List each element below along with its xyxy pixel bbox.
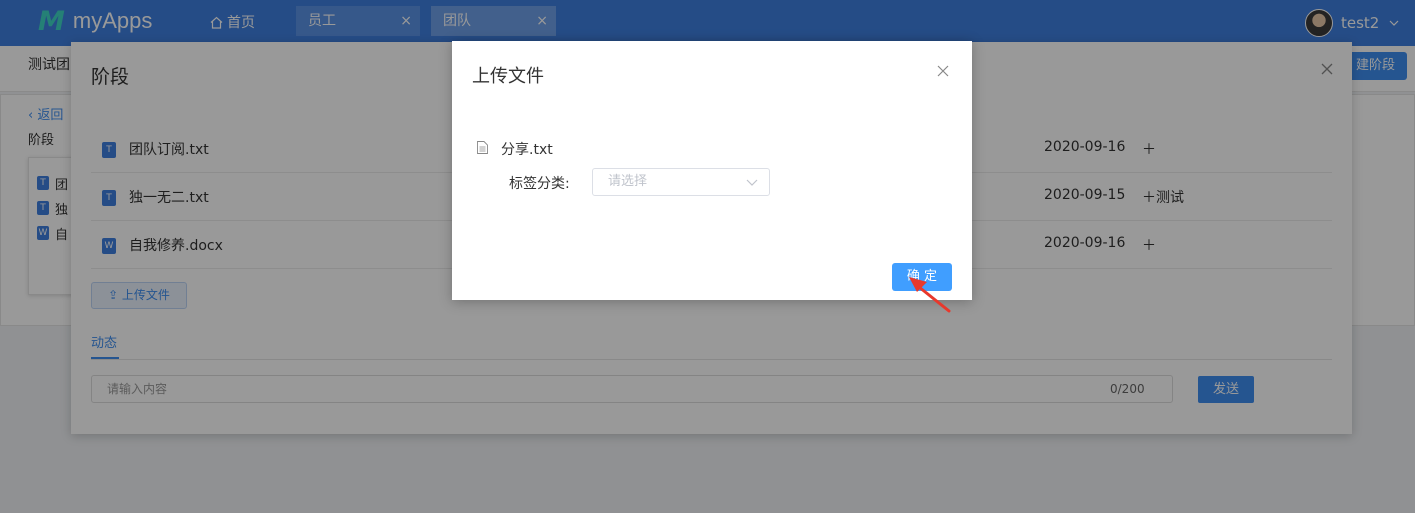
close-icon[interactable] — [937, 65, 949, 77]
red-arrow-annotation-icon — [909, 277, 951, 313]
tag-category-select[interactable]: 请选择 — [592, 168, 770, 196]
document-icon — [477, 141, 488, 154]
chevron-down-icon — [746, 179, 758, 186]
dialog-title: 上传文件 — [472, 66, 544, 87]
select-placeholder: 请选择 — [608, 174, 648, 189]
upload-file-dialog: 上传文件 分享.txt 标签分类: 请选择 确 定 — [452, 41, 972, 300]
upload-file-name: 分享.txt — [501, 142, 553, 158]
tag-category-label: 标签分类: — [509, 176, 570, 192]
